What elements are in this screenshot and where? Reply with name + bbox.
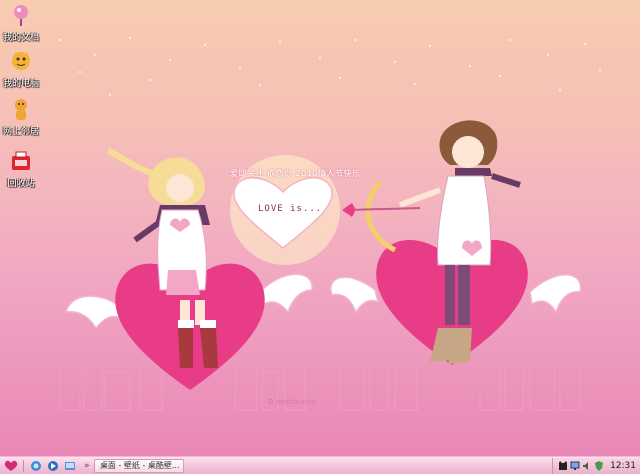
site-watermark: D desktx.com <box>268 398 317 406</box>
clock[interactable]: 12:31 <box>610 461 636 471</box>
volume-icon[interactable] <box>582 461 592 471</box>
my-documents-icon <box>14 5 28 26</box>
desktop-icon <box>64 461 75 470</box>
banner-text: 爱即关注·依恋你 2010情人节快乐 <box>230 169 361 178</box>
network-places-icon <box>15 99 27 120</box>
network-icon[interactable] <box>570 461 580 471</box>
taskbar-separator <box>23 459 24 472</box>
taskbar-window-label: 桌面 - 壁纸 - 桌酷壁... <box>99 461 180 470</box>
desktop-icon-label: 我的文档 <box>2 33 39 43</box>
love-is-text: LOVE is... <box>258 204 323 214</box>
quicklaunch-more-button[interactable]: » <box>84 461 90 471</box>
system-tray: 12:31 <box>552 457 640 474</box>
desktop-icon-my-computer[interactable]: 我的电脑 <box>2 48 40 90</box>
desktop-icon-recycle-bin[interactable]: 回收站 <box>2 148 40 190</box>
desktop-icon-label: 网上邻居 <box>2 127 39 137</box>
media-icon <box>47 460 58 471</box>
cat-icon[interactable] <box>558 460 568 471</box>
my-computer-icon <box>12 52 30 70</box>
stars <box>59 37 601 96</box>
start-button[interactable] <box>2 458 20 474</box>
recycle-bin-icon <box>12 151 30 170</box>
desktop-icon-label: 我的电脑 <box>2 79 39 89</box>
taskbar-window-button[interactable]: 桌面 - 壁纸 - 桌酷壁... <box>93 458 184 473</box>
taskbar: » 桌面 - 壁纸 - 桌酷壁... 12:31 <box>0 456 640 474</box>
valentine-wallpaper <box>59 37 601 411</box>
quicklaunch-desktop[interactable] <box>63 459 76 472</box>
quicklaunch-ie[interactable] <box>29 459 42 472</box>
desktop-icon-label: 回收站 <box>7 179 35 189</box>
desktop-icon-my-documents[interactable]: 我的文档 <box>2 2 40 44</box>
desktop: 爱即关注·依恋你 2010情人节快乐 LOVE is... D desktx.c… <box>0 0 640 456</box>
quicklaunch-media[interactable] <box>46 459 59 472</box>
shield-icon[interactable] <box>594 460 604 471</box>
desktop-icon-network-places[interactable]: 网上邻居 <box>2 96 40 138</box>
ie-icon <box>30 460 41 471</box>
start-heart-icon <box>4 460 18 471</box>
city-skyline <box>59 339 581 411</box>
